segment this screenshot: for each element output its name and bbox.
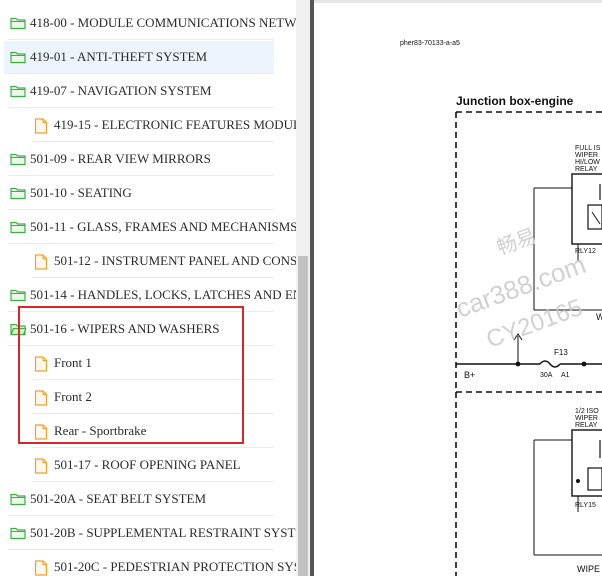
tree-item[interactable]: 501-09 - REAR VIEW MIRRORS: [0, 142, 296, 176]
tree-item[interactable]: Front 2: [0, 380, 296, 414]
tree-item-label: Front 1: [54, 355, 92, 370]
folder-open-icon: [10, 322, 27, 336]
folder-icon: [10, 16, 26, 30]
relay2-name: RLY15: [575, 502, 596, 509]
tree-item-label: 501-16 - WIPERS AND WASHERS: [30, 321, 220, 336]
document-icon: [34, 390, 50, 406]
relay2-label-line1: 1/2 ISO: [575, 408, 599, 415]
fuse-rating: 30A: [540, 372, 553, 379]
tree-item-label: Rear - Sportbrake: [54, 423, 147, 438]
fuse-f13-symbol: [539, 360, 561, 368]
relay2-label-line2: WIPER: [575, 415, 598, 422]
figure-id: pher83-70133-a-a5: [400, 40, 460, 47]
tree-item-label: 501-20C - PEDESTRIAN PROTECTION SYSTEM: [54, 559, 296, 574]
tree-item[interactable]: 501-14 - HANDLES, LOCKS, LATCHES AND ENT…: [0, 278, 296, 312]
tree-item-label: 501-09 - REAR VIEW MIRRORS: [30, 151, 211, 166]
folder-icon: [10, 492, 26, 506]
folder-icon: [10, 152, 26, 166]
tree-item[interactable]: 501-20A - SEAT BELT SYSTEM: [0, 482, 296, 516]
document-icon: [34, 424, 50, 440]
tree-item-label: 501-14 - HANDLES, LOCKS, LATCHES AND ENT…: [30, 287, 296, 302]
scrollbar-thumb[interactable]: [298, 256, 308, 576]
tree-item[interactable]: 501-20B - SUPPLEMENTAL RESTRAINT SYSTEM: [0, 516, 296, 550]
tree-item[interactable]: 501-12 - INSTRUMENT PANEL AND CONSOLE: [0, 244, 296, 278]
viewer-top-edge: [314, 0, 602, 3]
diagram-title: Junction box-engine: [456, 94, 574, 108]
tree-item[interactable]: 419-15 - ELECTRONIC FEATURES MODULE: [0, 108, 296, 142]
document-icon: [34, 356, 50, 372]
wiring-diagram: pher83-70133-a-a5 Junction box-engine FU…: [314, 0, 602, 576]
tree-item-label: 501-12 - INSTRUMENT PANEL AND CONSOLE: [54, 253, 296, 268]
relay-rly12: FULL IS WIPER HI/LOW RELAY RLY12 W: [533, 145, 602, 322]
fuse-pin: A1: [561, 372, 570, 379]
relay1-label-line4: RELAY: [575, 166, 598, 173]
folder-icon: [10, 84, 26, 98]
tree-item-label: 419-15 - ELECTRONIC FEATURES MODULE: [54, 117, 296, 132]
wiper-label-2: WIPE: [577, 564, 600, 574]
tree-item-label: Front 2: [54, 389, 92, 404]
tree-item[interactable]: 419-07 - NAVIGATION SYSTEM: [0, 74, 296, 108]
folder-icon: [10, 526, 26, 540]
tree-item-label: 419-07 - NAVIGATION SYSTEM: [30, 83, 212, 98]
diagram-viewer: pher83-70133-a-a5 Junction box-engine FU…: [314, 0, 602, 576]
tree-item-label: 501-17 - ROOF OPENING PANEL: [54, 457, 241, 472]
tree-item-label: 501-20B - SUPPLEMENTAL RESTRAINT SYSTEM: [30, 525, 296, 540]
document-icon: [34, 254, 50, 270]
tree-item[interactable]: 501-11 - GLASS, FRAMES AND MECHANISMS: [0, 210, 296, 244]
folder-icon: [10, 186, 26, 200]
tree-item[interactable]: 501-16 - WIPERS AND WASHERS: [0, 312, 296, 346]
folder-icon: [10, 220, 26, 234]
tree-item[interactable]: 501-20C - PEDESTRIAN PROTECTION SYSTEM: [0, 550, 296, 576]
tree-panel: 418-00 - MODULE COMMUNICATIONS NETWORK 41…: [0, 0, 296, 576]
wiper-label-1: W: [596, 312, 602, 322]
tree-item-label: 501-20A - SEAT BELT SYSTEM: [30, 491, 207, 506]
tree-item-label: 501-11 - GLASS, FRAMES AND MECHANISMS: [30, 219, 296, 234]
document-icon: [34, 458, 50, 474]
tree-item[interactable]: Front 1: [0, 346, 296, 380]
fuse-name: F13: [554, 348, 568, 357]
document-icon: [34, 560, 50, 576]
folder-icon: [10, 288, 26, 302]
tree-item[interactable]: 418-00 - MODULE COMMUNICATIONS NETWORK: [0, 6, 296, 40]
relay-rly15: 1/2 ISO WIPER RELAY RLY15 WIPE: [533, 408, 602, 574]
document-icon: [34, 118, 50, 134]
tree-item-label: 419-01 - ANTI-THEFT SYSTEM: [30, 49, 208, 64]
relay1-label-line2: WIPER: [575, 152, 598, 159]
tree-item-label: 418-00 - MODULE COMMUNICATIONS NETWORK: [30, 15, 296, 30]
watermark: 畅易 car388.com CY20165: [452, 224, 590, 353]
bplus-label: B+: [464, 370, 475, 380]
relay1-label-line3: HI/LOW: [575, 159, 600, 166]
bplus-bus: B+ F13 30A A1: [456, 333, 602, 380]
tree-item-label: 501-10 - SEATING: [30, 185, 132, 200]
tree-item[interactable]: 501-17 - ROOF OPENING PANEL: [0, 448, 296, 482]
tree-item[interactable]: 501-10 - SEATING: [0, 176, 296, 210]
tree-item[interactable]: 419-01 - ANTI-THEFT SYSTEM: [0, 40, 296, 74]
relay1-label-line1: FULL IS: [575, 145, 601, 152]
watermark-line1: 畅易: [494, 224, 539, 259]
folder-icon: [10, 50, 26, 64]
relay2-label-line3: RELAY: [575, 422, 598, 429]
tree-item[interactable]: Rear - Sportbrake: [0, 414, 296, 448]
